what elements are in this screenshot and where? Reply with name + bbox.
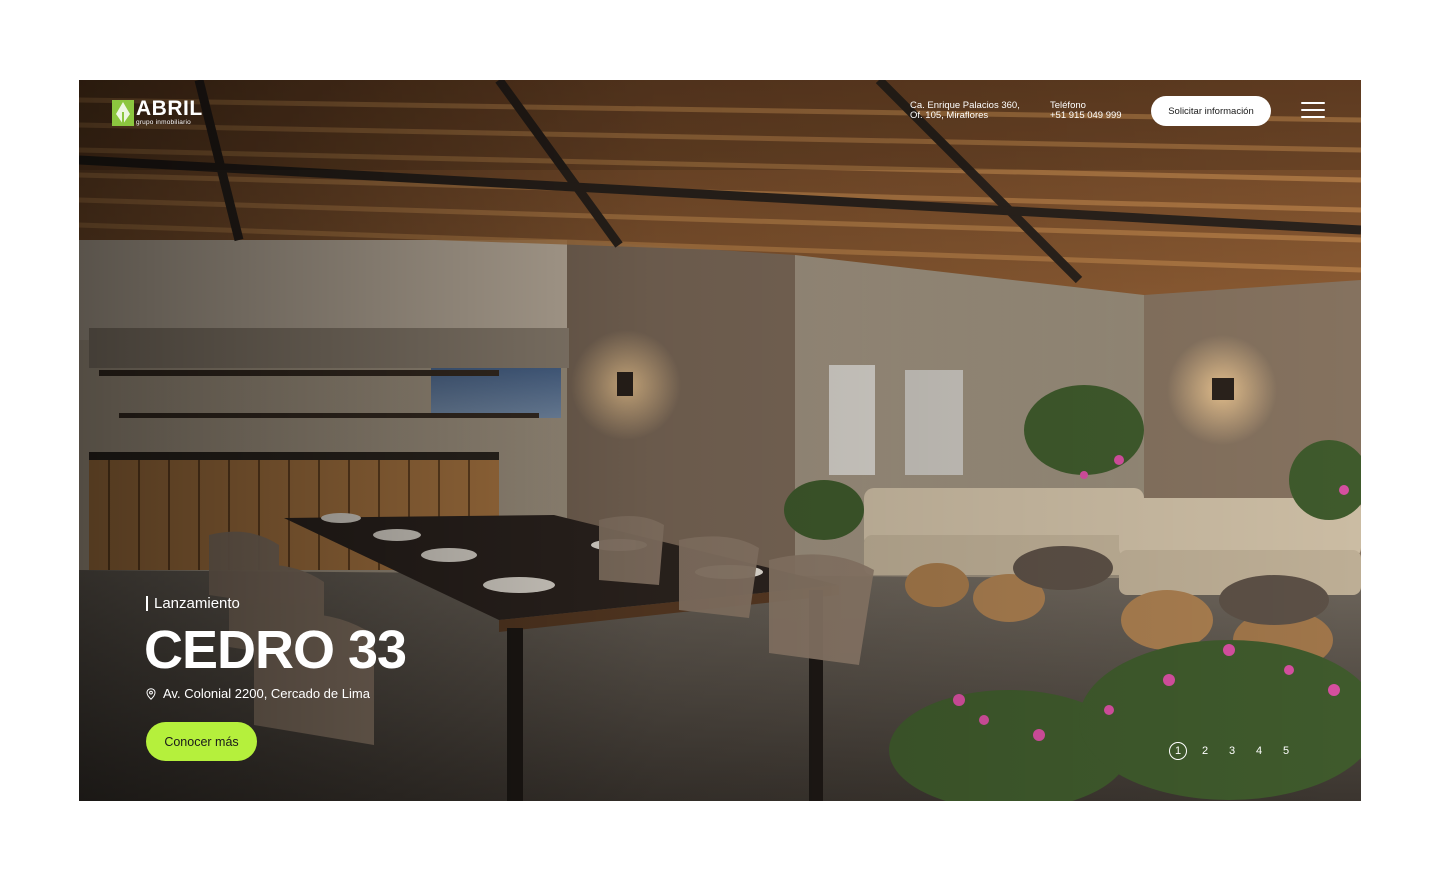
pagination-item-1[interactable]: 1 — [1169, 742, 1187, 760]
pagination-item-5[interactable]: 5 — [1277, 742, 1295, 760]
request-info-button[interactable]: Solicitar información — [1151, 96, 1271, 126]
menu-bar — [1301, 102, 1325, 104]
tag-label: Lanzamiento — [154, 595, 240, 612]
slider-pagination: 1 2 3 4 5 — [1169, 742, 1295, 760]
pagination-item-3[interactable]: 3 — [1223, 742, 1241, 760]
tag-divider — [146, 596, 148, 611]
location-pin-icon — [146, 687, 156, 700]
project-title: CEDRO 33 — [144, 620, 407, 680]
phone-number[interactable]: +51 915 049 999 — [1050, 111, 1140, 121]
hamburger-menu-icon[interactable] — [1301, 102, 1325, 120]
header-address: Ca. Enrique Palacios 360, Of. 105, Miraf… — [910, 101, 1040, 121]
project-address: Av. Colonial 2200, Cercado de Lima — [146, 686, 370, 701]
address-line-2: Of. 105, Miraflores — [910, 110, 989, 121]
learn-more-button[interactable]: Conocer más — [146, 722, 257, 761]
project-status-tag: Lanzamiento — [146, 595, 240, 612]
brand-logo[interactable]: ABRIL grupo inmobiliario — [112, 98, 203, 127]
logo-tagline: grupo inmobiliario — [136, 119, 191, 126]
pagination-item-2[interactable]: 2 — [1196, 742, 1214, 760]
menu-bar — [1301, 109, 1325, 111]
logo-wordmark: ABRIL — [136, 97, 203, 120]
hero-slider: ABRIL grupo inmobiliario Ca. Enrique Pal… — [79, 80, 1361, 801]
address-text: Av. Colonial 2200, Cercado de Lima — [163, 686, 370, 701]
logo-leaf-icon — [112, 100, 134, 127]
menu-bar — [1301, 116, 1325, 118]
header-phone[interactable]: Teléfono +51 915 049 999 — [1050, 101, 1140, 121]
pagination-item-4[interactable]: 4 — [1250, 742, 1268, 760]
